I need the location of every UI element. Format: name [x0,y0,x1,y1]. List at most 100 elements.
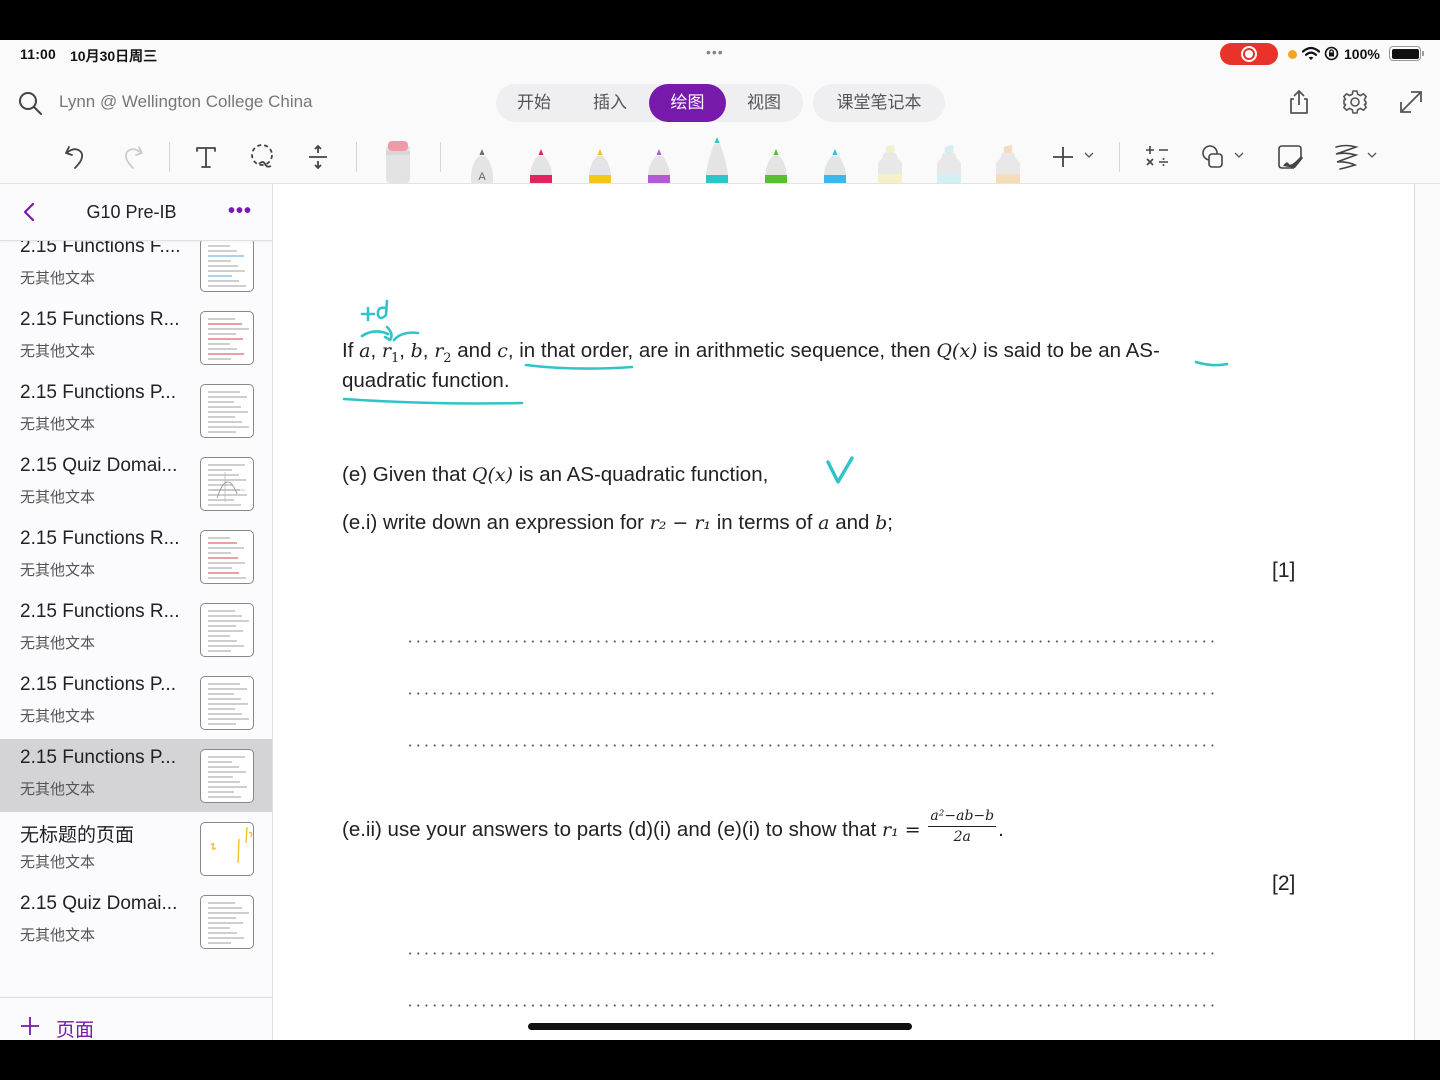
screen-recording-indicator[interactable] [1220,43,1278,65]
checkmark-icon [826,456,854,484]
answer-line[interactable] [406,952,1214,955]
canvas-scroll-gutter[interactable] [1414,184,1440,1040]
ink-to-shape-icon[interactable] [1275,142,1305,172]
battery-icon [1389,46,1424,61]
page-subtitle: 无其他文本 [20,927,96,944]
page-title: 2.15 Functions R... [20,309,180,330]
svg-text:A: A [478,171,486,183]
highlighter-yellow-icon[interactable] [876,145,904,183]
page-list-item[interactable]: 2.15 Functions P... 无其他文本 [0,739,272,812]
answer-line[interactable] [406,692,1214,695]
page-list-item[interactable]: 2.15 Functions P... 无其他文本 [0,374,272,447]
fraction: a²−ab−b 2a [928,808,997,845]
page-list-item[interactable]: 无标题的页面 无其他文本 [0,812,272,885]
page-list-item[interactable]: 2.15 Functions R... 无其他文本 [0,520,272,593]
chevron-down-icon[interactable] [1084,150,1094,160]
wifi-icon [1302,46,1320,60]
sidebar-divider [0,997,272,998]
part-eii-text: (e.ii) use your answers to parts (d)(i) … [342,808,1004,845]
answer-line[interactable] [406,1004,1214,1007]
undo-icon[interactable] [61,142,91,172]
page-title: 无标题的页面 [20,825,135,846]
search-icon[interactable] [17,90,43,116]
part-ei-text: (e.i) write down an expression for r₂ − … [342,511,893,534]
tab-class-notebook[interactable]: 课堂笔记本 [813,84,945,122]
page-thumbnail [200,457,254,511]
toolbar-divider [169,142,170,172]
eraser-icon[interactable] [384,141,412,183]
page-title: 2.15 Functions P... [20,747,176,768]
sidebar-header: G10 Pre-IB ••• [0,184,272,241]
more-options-icon[interactable]: ••• [228,200,252,223]
tab-insert[interactable]: 插入 [576,84,644,122]
toolbar-divider [440,142,441,172]
app-header: Lynn @ Wellington College China 开始 插入 绘图… [0,68,1440,138]
redo-icon[interactable] [117,142,147,172]
ink-arc [360,330,390,338]
pen-red-icon[interactable] [527,145,555,183]
pen-yellow-icon[interactable] [586,145,614,183]
mic-in-use-indicator [1288,50,1297,59]
lasso-select-icon[interactable] [247,142,277,172]
tab-home[interactable]: 开始 [500,84,568,122]
tab-draw[interactable]: 绘图 [649,84,726,122]
marks-e-ii: [2] [1272,872,1296,895]
home-indicator[interactable] [528,1023,912,1030]
pen-purple-icon[interactable] [645,145,673,183]
page-list-item[interactable]: 2.15 Quiz Domai... 无其他文本 [0,885,272,958]
multitasking-dots[interactable]: ••• [706,44,724,60]
page-thumbnail [200,895,254,949]
page-thumbnail [200,822,254,876]
toolbar-divider [1119,142,1120,172]
page-list-item[interactable]: 2.15 Functions R... 无其他文本 [0,301,272,374]
page-subtitle: 无其他文本 [20,781,96,798]
fullscreen-expand-icon[interactable] [1397,88,1425,116]
page-title: 2.15 Quiz Domai... [20,893,178,914]
page-subtitle: 无其他文本 [20,489,96,506]
share-icon[interactable] [1285,88,1313,116]
page-thumbnail [200,530,254,584]
page-list-item[interactable]: 2.15 Functions P... 无其他文本 [0,666,272,739]
pen-blue-icon[interactable] [821,145,849,183]
page-thumbnail [200,603,254,657]
answer-line[interactable] [406,744,1214,747]
note-canvas[interactable]: If a, r1, b, r2 and c, in that order, ar… [274,184,1414,1040]
battery-percentage: 100% [1344,46,1380,62]
ink-replay-icon[interactable] [1331,142,1361,172]
definition-line-2: quadratic function. [342,369,510,392]
part-e-text: (e) Given that Q(x) is an AS-quadratic f… [342,463,769,486]
add-space-icon[interactable] [303,142,333,172]
page-subtitle: 无其他文本 [20,708,96,725]
add-pen-icon[interactable] [1048,142,1078,172]
pen-teal-icon[interactable] [703,137,731,183]
plus-icon [21,1017,39,1035]
tab-view[interactable]: 视图 [730,84,798,122]
pen-gray-text-icon[interactable]: A [468,145,496,183]
ink-annotations [342,299,1229,484]
page-title: 2.15 Functions P... [20,674,176,695]
page-subtitle: 无其他文本 [20,635,96,652]
ink-underline [1194,360,1229,367]
chevron-down-icon[interactable] [1234,150,1244,160]
ink-underline [342,397,524,405]
page-list-item[interactable]: 2.15 Functions R... 无其他文本 [0,593,272,666]
status-bar: 11:00 10月30日周三 ••• 100% [0,40,1440,68]
notebook-owner-label[interactable]: Lynn @ Wellington College China [59,92,313,112]
shapes-icon[interactable] [1198,142,1228,172]
math-icon[interactable] [1142,142,1172,172]
highlighter-cyan-icon[interactable] [935,145,963,183]
page-thumbnail [200,384,254,438]
chevron-down-icon[interactable] [1367,150,1377,160]
rotation-lock-icon [1324,46,1339,61]
settings-gear-icon[interactable] [1341,88,1369,116]
page-thumbnail [200,311,254,365]
ribbon-tabs: 开始 插入 绘图 视图 [496,84,803,122]
answer-line[interactable] [406,640,1214,643]
marks-e-i: [1] [1272,559,1296,582]
definition-line-1: If a, r1, b, r2 and c, in that order, ar… [342,339,1160,366]
page-list-item[interactable]: 2.15 Quiz Domai... 无其他文本 [0,447,272,520]
pen-green-icon[interactable] [762,145,790,183]
highlighter-peach-icon[interactable] [994,145,1022,183]
text-tool-icon[interactable] [191,142,221,172]
page-title: 2.15 Functions R... [20,601,180,622]
